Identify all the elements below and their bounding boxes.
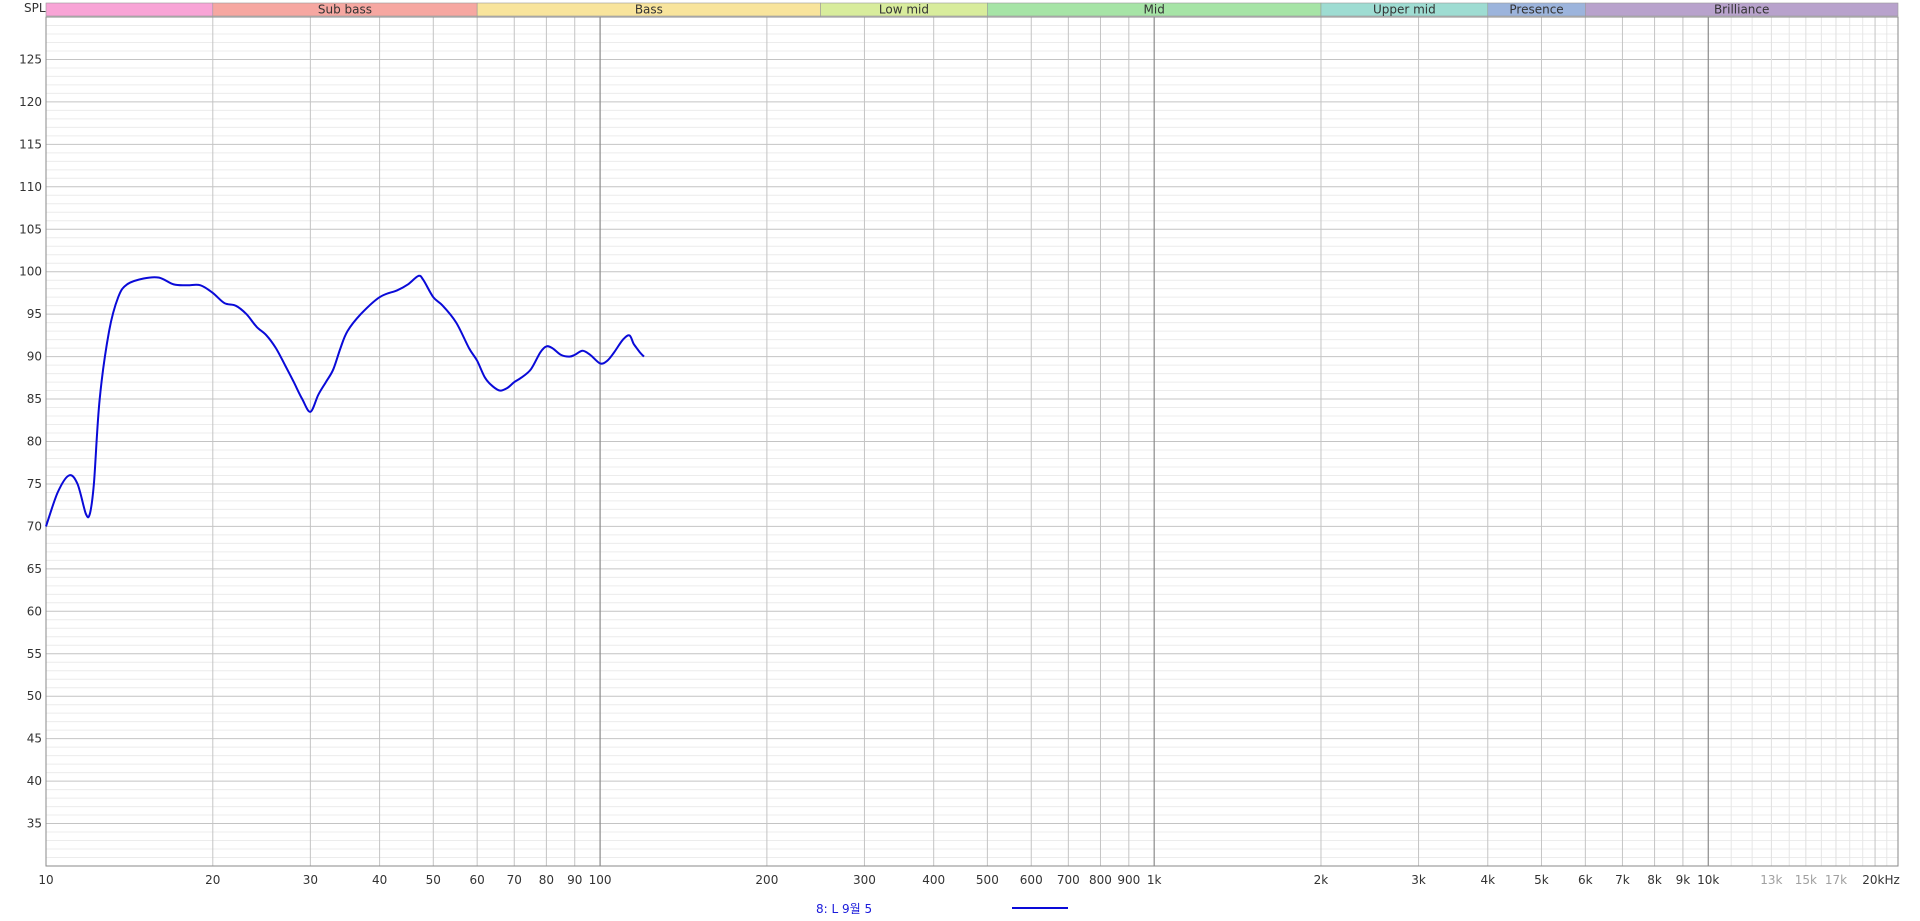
y-tick-label: 75 (27, 477, 42, 491)
y-tick-label: 85 (27, 392, 42, 406)
x-tick-label: 60 (470, 873, 485, 887)
band-0 (45, 2, 214, 17)
x-tick-label: 100 (589, 873, 612, 887)
band-label: Presence (1509, 3, 1563, 17)
x-tick-label: 600 (1020, 873, 1043, 887)
y-tick-label: 60 (27, 604, 42, 618)
x-axis-ticks: 10 20 30 40 50 60 70 80 90 100 200 300 400 500 600 700 8… (38, 873, 1899, 887)
x-tick-label: 800 (1089, 873, 1112, 887)
band-label: Brilliance (1714, 3, 1769, 17)
y-axis-ticks: 35 40 45 50 55 60 65 70 75 80 85 90 95 100 105 110 115 12… (19, 52, 42, 830)
y-tick-label: 65 (27, 562, 42, 576)
x-tick-label: 80 (539, 873, 554, 887)
band-label: Mid (1144, 3, 1165, 17)
legend-label: 8: L 9월 5 (816, 902, 873, 916)
x-tick-label: 200 (755, 873, 778, 887)
x-tick-label: 300 (853, 873, 876, 887)
x-tick-label: 400 (922, 873, 945, 887)
x-tick-label: 6k (1578, 873, 1593, 887)
y-tick-label: 120 (19, 95, 42, 109)
x-tick-label: 40 (372, 873, 387, 887)
x-tick-label: 13k (1760, 873, 1782, 887)
x-tick-label: 17k (1825, 873, 1847, 887)
x-tick-label: 3k (1411, 873, 1426, 887)
y-tick-label: 110 (19, 180, 42, 194)
x-tick-label: 500 (976, 873, 999, 887)
series-line-0[interactable] (45, 274, 645, 527)
x-tick-label: 10 (38, 873, 53, 887)
y-tick-label: 125 (19, 52, 42, 66)
x-tick-label: 90 (567, 873, 582, 887)
band-label: Low mid (879, 3, 929, 17)
x-tick-label: 20 (205, 873, 220, 887)
y-tick-label: 80 (27, 435, 42, 449)
x-tick-label: 10k (1697, 873, 1719, 887)
x-tick-label: 5k (1534, 873, 1549, 887)
y-tick-label: 50 (27, 689, 42, 703)
x-tick-label: 1k (1147, 873, 1162, 887)
x-tick-label: 15k (1795, 873, 1817, 887)
y-tick-label: 115 (19, 137, 42, 151)
x-tick-label: 30 (303, 873, 318, 887)
band-label: Upper mid (1373, 3, 1436, 17)
y-tick-label: 40 (27, 774, 42, 788)
frequency-response-chart: Sub bass Bass Low mid Mid Upper mid Presence B… (19, 1, 1900, 887)
band-label: Sub bass (318, 3, 372, 17)
x-tick-label: 900 (1117, 873, 1140, 887)
legend-swatch (1012, 907, 1068, 909)
x-tick-label: 4k (1480, 873, 1495, 887)
band-label: Bass (635, 3, 663, 17)
x-tick-label: 700 (1057, 873, 1080, 887)
y-tick-label: 90 (27, 350, 42, 364)
y-tick-label: 105 (19, 222, 42, 236)
x-tick-label: 2k (1314, 873, 1329, 887)
legend[interactable]: 8: L 9월 5 (0, 898, 1920, 918)
y-tick-label: 35 (27, 817, 42, 831)
y-tick-label: 70 (27, 519, 42, 533)
x-tick-label: 7k (1615, 873, 1630, 887)
frequency-band-bar: Sub bass Bass Low mid Mid Upper mid Presence B… (45, 2, 1899, 17)
x-tick-label: 50 (426, 873, 441, 887)
x-tick-label: 20kHz (1862, 873, 1900, 887)
x-tick-label: 8k (1647, 873, 1662, 887)
y-tick-label: 45 (27, 732, 42, 746)
y-tick-label: 55 (27, 647, 42, 661)
series-layer (45, 274, 645, 527)
x-tick-label: 9k (1676, 873, 1691, 887)
x-tick-label: 70 (507, 873, 522, 887)
major-gridlines (45, 17, 1898, 866)
y-tick-label: 95 (27, 307, 42, 321)
y-tick-label: 100 (19, 265, 42, 279)
y-axis-title: SPL (24, 1, 46, 15)
